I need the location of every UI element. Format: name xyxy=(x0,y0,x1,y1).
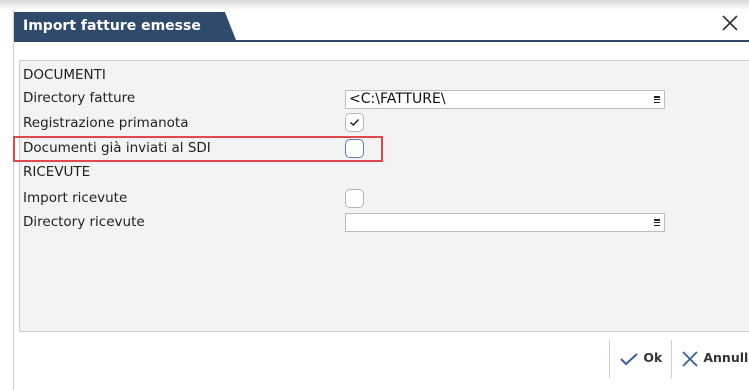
directory-ricevute-field[interactable] xyxy=(345,213,665,232)
check-icon xyxy=(350,118,360,127)
ok-label: Ok xyxy=(643,350,663,365)
footer-separator xyxy=(609,340,610,378)
section-ricevute: RICEVUTE xyxy=(23,164,91,180)
documenti-inviati-sdi-checkbox[interactable] xyxy=(345,139,364,158)
check-icon xyxy=(620,352,638,365)
annulla-label: Annulla xyxy=(703,350,749,365)
form-panel: DOCUMENTI Directory fatture <C:\FATTURE\… xyxy=(13,60,749,332)
directory-fatture-label: Directory fatture xyxy=(23,90,136,106)
directory-ricevute-label: Directory ricevute xyxy=(23,214,145,230)
close-icon[interactable] xyxy=(721,14,739,37)
ok-button[interactable]: Ok xyxy=(619,343,662,373)
field-menu-icon[interactable] xyxy=(654,96,660,104)
import-ricevute-label: Import ricevute xyxy=(23,190,128,206)
registrazione-primanota-checkbox[interactable] xyxy=(345,113,364,132)
directory-fatture-field[interactable]: <C:\FATTURE\ xyxy=(345,90,665,109)
title-underline xyxy=(14,40,749,42)
footer-separator xyxy=(671,340,672,378)
import-ricevute-checkbox[interactable] xyxy=(345,189,364,208)
import-dialog: Import fatture emesse DOCUMENTI Director… xyxy=(13,10,749,390)
annulla-button[interactable]: Annulla xyxy=(681,343,749,373)
directory-fatture-value: <C:\FATTURE\ xyxy=(349,91,446,107)
field-menu-icon[interactable] xyxy=(654,219,660,227)
registrazione-primanota-label: Registrazione primanota xyxy=(23,115,189,131)
dialog-title: Import fatture emesse xyxy=(14,12,236,40)
window-top-shadow xyxy=(0,0,749,10)
section-documenti: DOCUMENTI xyxy=(23,67,106,83)
close-icon xyxy=(682,350,698,367)
documenti-inviati-sdi-label: Documenti già inviati al SDI xyxy=(23,140,211,156)
